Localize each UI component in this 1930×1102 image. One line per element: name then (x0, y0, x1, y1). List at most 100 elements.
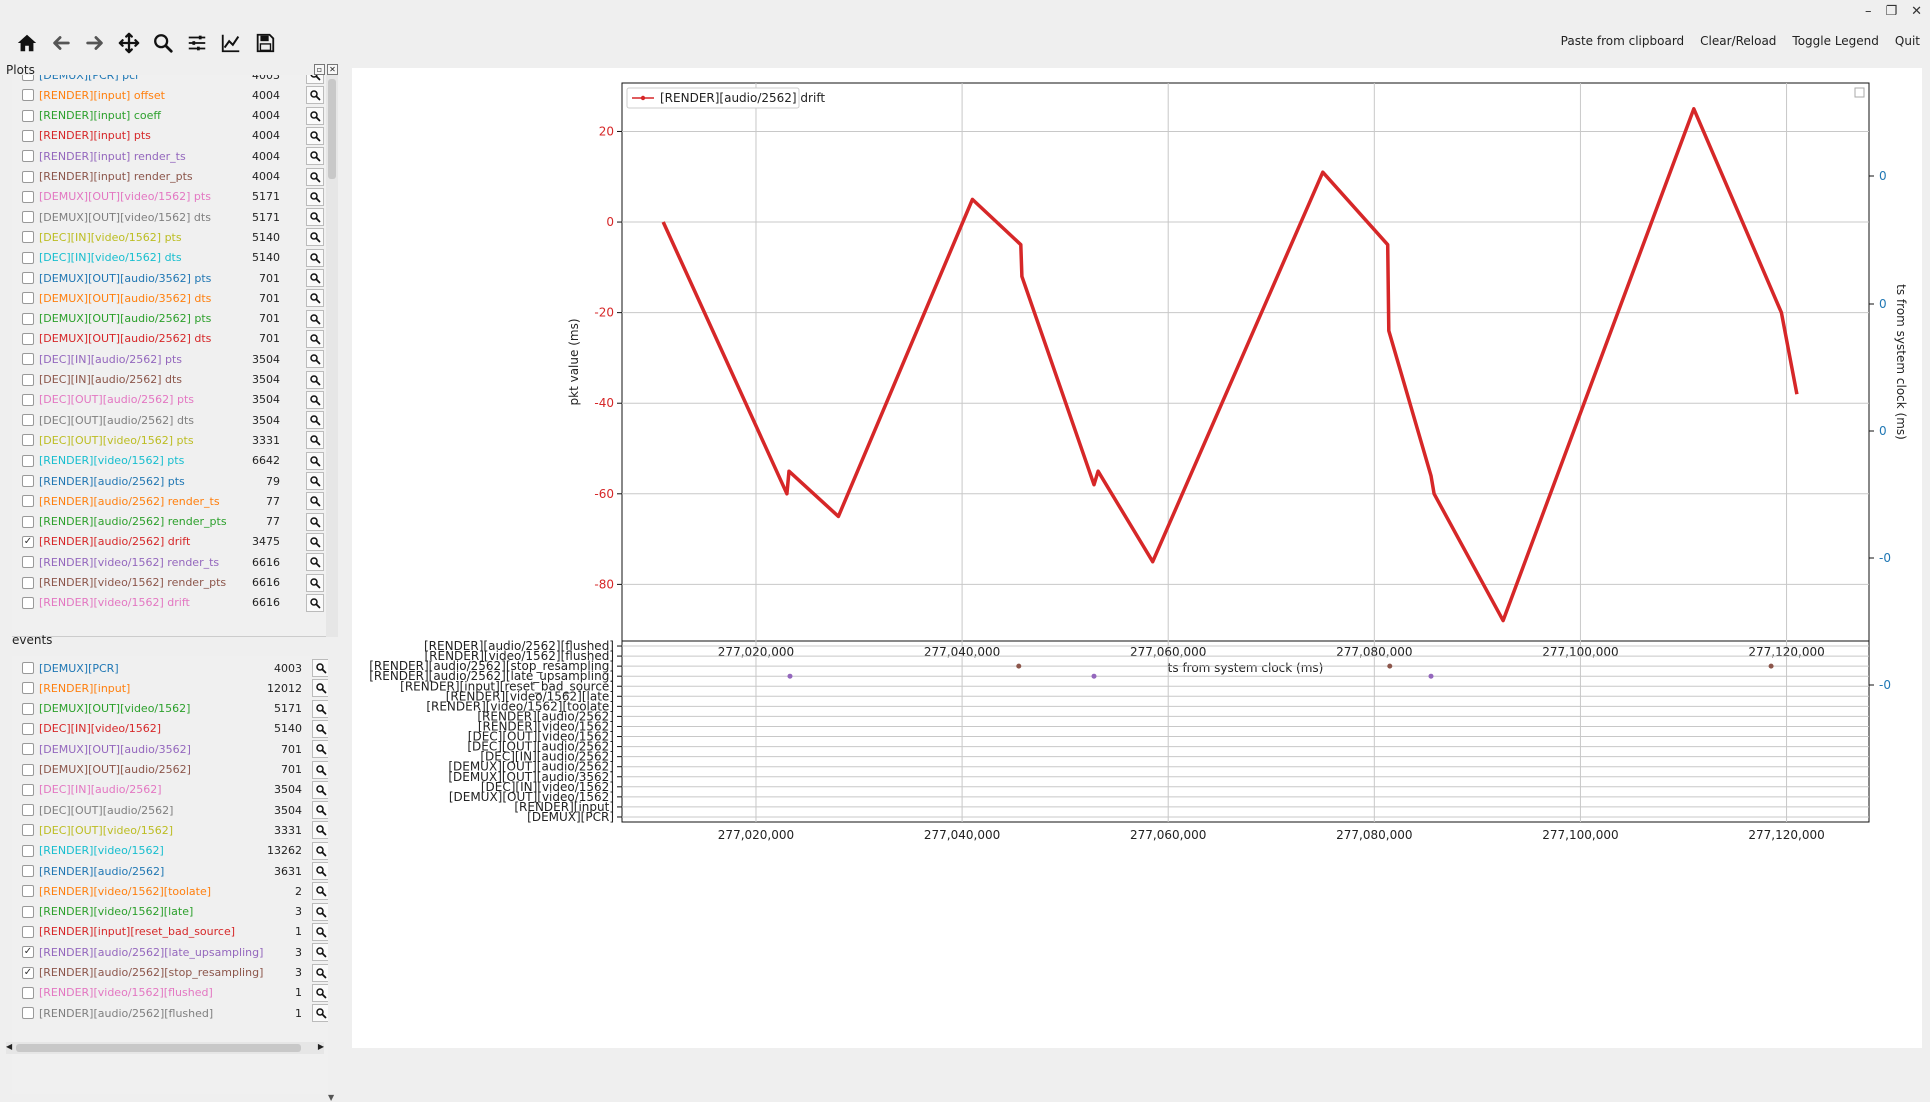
list-item[interactable]: [RENDER][audio/2562] render_ts 77 (12, 491, 328, 511)
list-item[interactable]: [RENDER][input] offset 4004 (12, 85, 328, 105)
zoom-to-icon[interactable] (312, 780, 328, 799)
checkbox[interactable] (22, 804, 34, 817)
restore-button[interactable]: ❐ (1885, 4, 1897, 19)
checkbox[interactable] (22, 743, 34, 756)
zoom-to-icon[interactable] (306, 167, 324, 186)
checkbox[interactable] (22, 251, 34, 264)
zoom-to-icon[interactable] (312, 659, 328, 677)
zoom-to-icon[interactable] (312, 922, 328, 941)
checkbox[interactable] (22, 150, 34, 163)
list-item[interactable]: [RENDER][audio/2562] 3631 (12, 861, 328, 881)
zoom-to-icon[interactable] (306, 553, 324, 572)
list-item[interactable]: [RENDER][input] render_pts 4004 (12, 167, 328, 187)
checkbox[interactable] (22, 824, 34, 837)
clear-reload-button[interactable]: Clear/Reload (1700, 34, 1776, 48)
toggle-legend-button[interactable]: Toggle Legend (1792, 34, 1878, 48)
list-item[interactable]: [DEMUX][OUT][audio/2562] pts 701 (12, 309, 328, 329)
list-item[interactable]: [DEC][IN][audio/2562] pts 3504 (12, 349, 328, 369)
forward-arrow-icon[interactable] (82, 30, 108, 56)
checkbox[interactable] (22, 353, 34, 366)
checkbox[interactable] (22, 865, 34, 877)
list-item[interactable]: [DEMUX][OUT][audio/3562] 701 (12, 739, 328, 759)
checkbox[interactable] (22, 1007, 34, 1020)
checkbox[interactable] (22, 885, 34, 898)
zoom-to-icon[interactable] (312, 902, 328, 921)
checkbox[interactable] (22, 702, 34, 715)
configure-subplots-icon[interactable] (184, 30, 210, 56)
list-item[interactable]: [DEC][OUT][audio/2562] dts 3504 (12, 410, 328, 430)
list-item[interactable]: [DEC][OUT][video/1562] 3331 (12, 820, 328, 840)
zoom-to-icon[interactable] (312, 760, 328, 779)
checkbox[interactable] (22, 312, 34, 325)
zoom-to-icon[interactable] (306, 126, 324, 145)
checkbox[interactable] (22, 783, 34, 796)
zoom-to-icon[interactable] (306, 512, 324, 531)
list-item[interactable]: [DEMUX][OUT][audio/3562] pts 701 (12, 268, 328, 288)
checkbox[interactable] (22, 231, 34, 244)
zoom-to-icon[interactable] (306, 269, 324, 287)
list-item[interactable]: [RENDER][video/1562] drift 6616 (12, 593, 328, 613)
list-item[interactable]: [DEMUX][PCR] 4003 (12, 658, 328, 678)
list-item[interactable]: [RENDER][input] 12012 (12, 678, 328, 698)
list-item[interactable]: [RENDER][input] pts 4004 (12, 126, 328, 146)
list-item[interactable]: [RENDER][video/1562] render_ts 6616 (12, 552, 328, 572)
list-item[interactable]: [DEC][OUT][audio/2562] pts 3504 (12, 390, 328, 410)
zoom-to-icon[interactable] (312, 740, 328, 759)
edit-axis-icon[interactable] (218, 30, 244, 56)
list-item[interactable]: [DEC][OUT][video/1562] pts 3331 (12, 430, 328, 450)
horizontal-scrollbar[interactable]: ◀ ▶ (6, 1042, 324, 1054)
list-item[interactable]: [DEMUX][OUT][video/1562] 5171 (12, 699, 328, 719)
list-item[interactable]: [RENDER][audio/2562] pts 79 (12, 471, 328, 491)
zoom-to-icon[interactable] (306, 86, 324, 105)
minimize-button[interactable]: – (1865, 4, 1872, 19)
zoom-to-icon[interactable] (312, 841, 328, 860)
zoom-to-icon[interactable] (306, 147, 324, 166)
list-item[interactable]: [DEMUX][OUT][audio/3562] dts 701 (12, 288, 328, 308)
checkbox[interactable] (22, 556, 34, 569)
list-item[interactable]: [DEMUX][OUT][video/1562] dts 5171 (12, 207, 328, 227)
checkbox[interactable] (22, 393, 34, 406)
list-item[interactable]: [RENDER][video/1562] pts 6642 (12, 451, 328, 471)
checkbox[interactable] (22, 272, 34, 284)
save-icon[interactable] (252, 30, 278, 56)
list-item[interactable]: [RENDER][input] render_ts 4004 (12, 146, 328, 166)
list-item[interactable]: [DEMUX][OUT][audio/2562] dts 701 (12, 329, 328, 349)
checkbox[interactable] (22, 722, 34, 735)
checkbox[interactable] (22, 129, 34, 142)
list-item[interactable]: [RENDER][video/1562] render_pts 6616 (12, 573, 328, 593)
list-item[interactable]: [DEMUX][PCR] pcr 4003 (12, 75, 328, 85)
zoom-to-icon[interactable] (306, 75, 324, 84)
scroll-left-icon[interactable]: ◀ (6, 1042, 12, 1051)
zoom-to-icon[interactable] (306, 532, 324, 551)
list-item[interactable]: [RENDER][video/1562][toolate] 2 (12, 881, 328, 901)
checkbox[interactable] (22, 596, 34, 609)
checkbox[interactable]: ✓ (22, 966, 34, 979)
close-button[interactable]: ✕ (1911, 4, 1922, 19)
zoom-to-icon[interactable] (312, 801, 328, 820)
zoom-to-icon[interactable] (312, 1004, 328, 1023)
checkbox[interactable] (22, 662, 34, 674)
plots-scrollbar[interactable] (326, 75, 338, 637)
list-item[interactable]: [DEC][IN][audio/2562] dts 3504 (12, 370, 328, 390)
zoom-to-icon[interactable] (306, 472, 324, 490)
list-item[interactable]: [RENDER][audio/2562][flushed] 1 (12, 1003, 328, 1023)
zoom-to-icon[interactable] (306, 309, 324, 328)
list-item[interactable]: ✓ [RENDER][audio/2562][late_upsampling] 3 (12, 942, 328, 962)
back-arrow-icon[interactable] (48, 30, 74, 56)
list-item[interactable]: [RENDER][video/1562][late] 3 (12, 902, 328, 922)
list-item[interactable]: ✓ [RENDER][audio/2562] drift 3475 (12, 532, 328, 552)
zoom-to-icon[interactable] (306, 248, 324, 267)
zoom-to-icon[interactable] (306, 329, 324, 348)
zoom-to-icon[interactable] (306, 106, 324, 125)
zoom-to-icon[interactable] (306, 593, 324, 612)
list-item[interactable]: [DEC][IN][video/1562] pts 5140 (12, 227, 328, 247)
quit-button[interactable]: Quit (1895, 34, 1920, 48)
zoom-to-icon[interactable] (306, 370, 324, 389)
zoom-to-icon[interactable] (312, 963, 328, 982)
zoom-to-icon[interactable] (306, 451, 324, 470)
zoom-to-icon[interactable] (306, 228, 324, 247)
checkbox[interactable]: ✓ (22, 946, 34, 959)
checkbox[interactable] (22, 905, 34, 918)
zoom-icon[interactable] (150, 30, 176, 56)
list-item[interactable]: [RENDER][video/1562][flushed] 1 (12, 983, 328, 1003)
